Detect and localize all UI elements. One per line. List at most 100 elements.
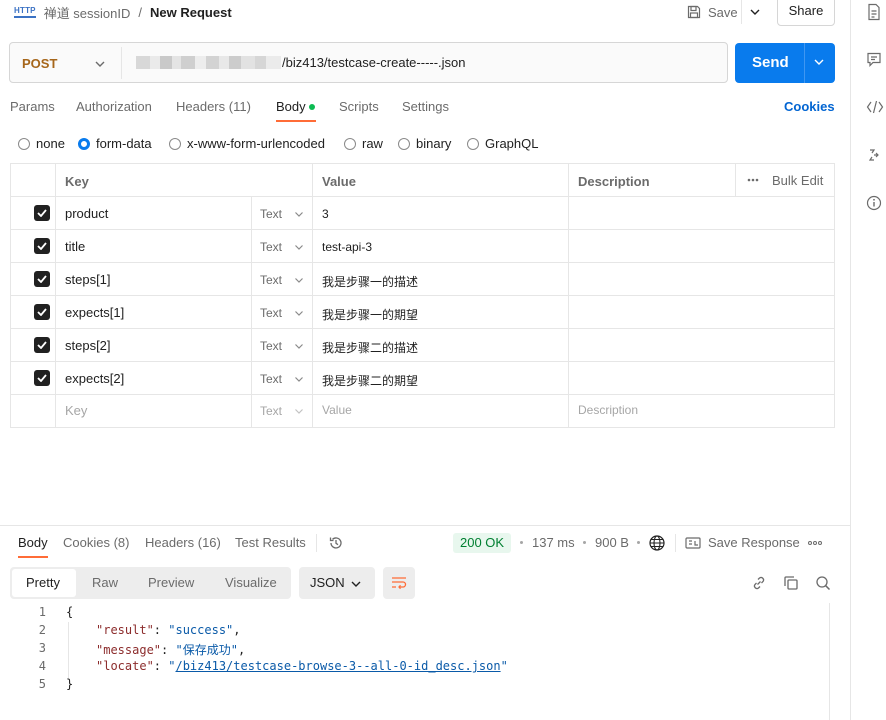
type-selector[interactable]: Text xyxy=(260,207,304,221)
code-line: "result": "success", xyxy=(96,623,241,637)
tab-headers[interactable]: Headers (11) xyxy=(176,99,251,114)
more-options-icon[interactable] xyxy=(808,541,822,545)
related-collections-icon[interactable] xyxy=(866,147,882,163)
new-value-input[interactable]: Value xyxy=(322,403,352,417)
scrollbar-track[interactable] xyxy=(829,603,830,720)
cookies-link[interactable]: Cookies xyxy=(784,99,835,114)
radio-button[interactable] xyxy=(344,137,356,150)
type-selector[interactable]: Text xyxy=(260,306,304,320)
new-key-input[interactable]: Key xyxy=(65,403,87,418)
method-chevron-down-icon[interactable] xyxy=(94,59,106,69)
copy-icon[interactable] xyxy=(783,575,799,591)
send-button[interactable]: Send xyxy=(735,43,835,83)
param-value[interactable]: test-api-3 xyxy=(322,240,372,254)
response-tab-cookies[interactable]: Cookies (8) xyxy=(63,535,129,550)
method-selector[interactable]: POST xyxy=(22,56,57,71)
bulk-edit-button[interactable]: Bulk Edit xyxy=(772,173,823,188)
format-selector[interactable]: JSON xyxy=(299,567,375,599)
tab-authorization[interactable]: Authorization xyxy=(76,99,152,114)
radio-none[interactable]: none xyxy=(18,136,65,151)
row-checkbox-checked[interactable] xyxy=(34,370,50,386)
view-pretty[interactable]: Pretty xyxy=(26,575,60,590)
param-key[interactable]: expects[2] xyxy=(65,371,124,386)
type-selector[interactable]: Text xyxy=(260,339,304,353)
param-value[interactable]: 3 xyxy=(322,207,329,221)
status-badge[interactable]: 200 OK xyxy=(453,533,512,553)
type-label: Text xyxy=(260,404,283,418)
row-checkbox-checked[interactable] xyxy=(34,304,50,320)
radio-button[interactable] xyxy=(467,137,479,150)
tab-params[interactable]: Params xyxy=(10,99,55,114)
response-size[interactable]: 900 B xyxy=(595,535,629,550)
line-number: 3 xyxy=(38,641,46,655)
info-icon[interactable] xyxy=(866,195,882,211)
row-checkbox-checked[interactable] xyxy=(34,205,50,221)
save-response-icon[interactable] xyxy=(685,536,701,550)
param-key[interactable]: steps[2] xyxy=(65,338,111,353)
response-time[interactable]: 137 ms xyxy=(532,535,575,550)
type-label: Text xyxy=(260,372,283,386)
request-title[interactable]: New Request xyxy=(150,5,232,20)
view-preview[interactable]: Preview xyxy=(148,575,194,590)
param-key[interactable]: product xyxy=(65,206,108,221)
type-selector[interactable]: Text xyxy=(260,372,304,386)
radio-raw[interactable]: raw xyxy=(344,136,383,151)
view-visualize[interactable]: Visualize xyxy=(225,575,277,590)
row-checkbox-checked[interactable] xyxy=(34,238,50,254)
col-divider xyxy=(251,196,252,427)
save-response-button[interactable]: Save Response xyxy=(708,535,800,550)
param-value[interactable]: 我是步骤二的期望 xyxy=(322,372,418,389)
param-value[interactable]: 我是步骤一的期望 xyxy=(322,306,418,323)
param-key[interactable]: expects[1] xyxy=(65,305,124,320)
radio-x-www-form-urlencoded[interactable]: x-www-form-urlencoded xyxy=(169,136,325,151)
new-description-input[interactable]: Description xyxy=(578,403,638,417)
breadcrumb-collection[interactable]: 禅道 sessionID xyxy=(44,3,131,22)
param-value[interactable]: 我是步骤二的描述 xyxy=(322,339,418,356)
param-key[interactable]: title xyxy=(65,239,85,254)
json-link-value[interactable]: /biz413/testcase-browse-3--all-0-id_desc… xyxy=(175,659,500,673)
url-input[interactable]: /biz413/testcase-create-----.json xyxy=(282,55,466,70)
share-button[interactable]: Share xyxy=(777,0,835,26)
tab-scripts[interactable]: Scripts xyxy=(339,99,379,114)
radio-button[interactable] xyxy=(18,137,30,150)
format-label: JSON xyxy=(310,575,345,590)
save-button[interactable]: Save xyxy=(686,0,738,24)
radio-graphql[interactable]: GraphQL xyxy=(467,136,538,151)
response-tab-test-results[interactable]: Test Results xyxy=(235,535,306,550)
radio-button[interactable] xyxy=(398,137,410,150)
response-tab-headers[interactable]: Headers (16) xyxy=(145,535,221,550)
comments-icon[interactable] xyxy=(866,51,882,67)
wrap-lines-button[interactable] xyxy=(383,567,415,599)
view-raw[interactable]: Raw xyxy=(92,575,118,590)
send-options-chevron-icon[interactable] xyxy=(813,57,825,67)
save-options-chevron-icon[interactable] xyxy=(748,6,762,18)
globe-icon[interactable] xyxy=(648,534,666,552)
radio-form-data[interactable]: form-data xyxy=(78,136,152,151)
param-value[interactable]: 我是步骤一的描述 xyxy=(322,273,418,290)
send-label: Send xyxy=(752,54,789,71)
more-options-icon[interactable] xyxy=(747,178,759,182)
radio-label: none xyxy=(36,136,65,151)
tab-settings[interactable]: Settings xyxy=(402,99,449,114)
new-type-selector[interactable]: Text xyxy=(260,404,304,418)
radio-binary[interactable]: binary xyxy=(398,136,451,151)
history-icon[interactable] xyxy=(328,535,344,551)
row-checkbox-checked[interactable] xyxy=(34,337,50,353)
link-icon[interactable] xyxy=(751,575,767,591)
view-mode-segmented-control: Pretty Raw Preview Visualize xyxy=(10,567,291,599)
row-checkbox-checked[interactable] xyxy=(34,271,50,287)
active-tab-indicator xyxy=(18,556,48,558)
radio-button-selected[interactable] xyxy=(78,137,90,150)
param-key[interactable]: steps[1] xyxy=(65,272,111,287)
type-selector[interactable]: Text xyxy=(260,240,304,254)
tab-body[interactable]: Body xyxy=(276,99,306,114)
response-tab-body[interactable]: Body xyxy=(18,535,48,550)
radio-button[interactable] xyxy=(169,137,181,150)
code-icon[interactable] xyxy=(866,99,884,115)
documentation-icon[interactable] xyxy=(866,3,882,21)
radio-label: GraphQL xyxy=(485,136,539,151)
save-label: Save xyxy=(708,4,738,20)
type-label: Text xyxy=(260,306,283,320)
type-selector[interactable]: Text xyxy=(260,273,304,287)
search-icon[interactable] xyxy=(815,575,831,591)
